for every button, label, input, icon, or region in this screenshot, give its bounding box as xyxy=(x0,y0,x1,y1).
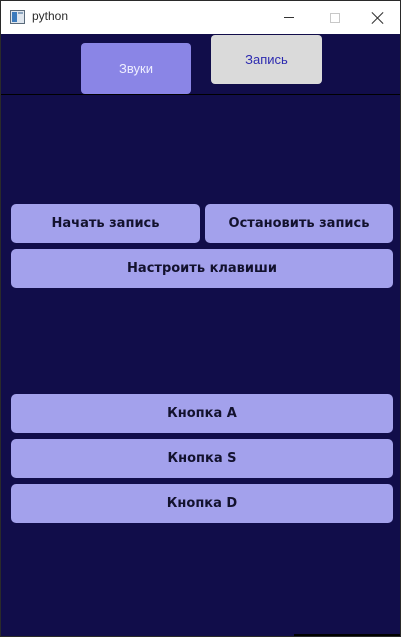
key-d-button[interactable]: Кнопка D xyxy=(11,484,393,523)
window-edge-divider xyxy=(294,634,400,636)
minimize-icon xyxy=(284,17,294,18)
tab-record[interactable]: Запись xyxy=(211,35,322,84)
title-bar[interactable]: python xyxy=(1,1,400,34)
maximize-icon xyxy=(330,12,340,23)
app-icon xyxy=(10,10,25,24)
stop-recording-button[interactable]: Остановить запись xyxy=(205,204,393,243)
key-s-button[interactable]: Кнопка S xyxy=(11,439,393,478)
key-a-button[interactable]: Кнопка A xyxy=(11,394,393,433)
start-recording-button[interactable]: Начать запись xyxy=(11,204,200,243)
app-window: python Звуки Запись Начать запись Остано… xyxy=(0,0,401,637)
configure-keys-button[interactable]: Настроить клавиши xyxy=(11,249,393,288)
close-button[interactable] xyxy=(355,1,401,34)
tab-sounds[interactable]: Звуки xyxy=(81,43,191,94)
close-icon xyxy=(372,12,384,24)
maximize-button[interactable] xyxy=(312,1,358,34)
minimize-button[interactable] xyxy=(266,1,312,34)
tab-bar: Звуки Запись xyxy=(1,34,400,95)
window-title: python xyxy=(32,9,69,23)
